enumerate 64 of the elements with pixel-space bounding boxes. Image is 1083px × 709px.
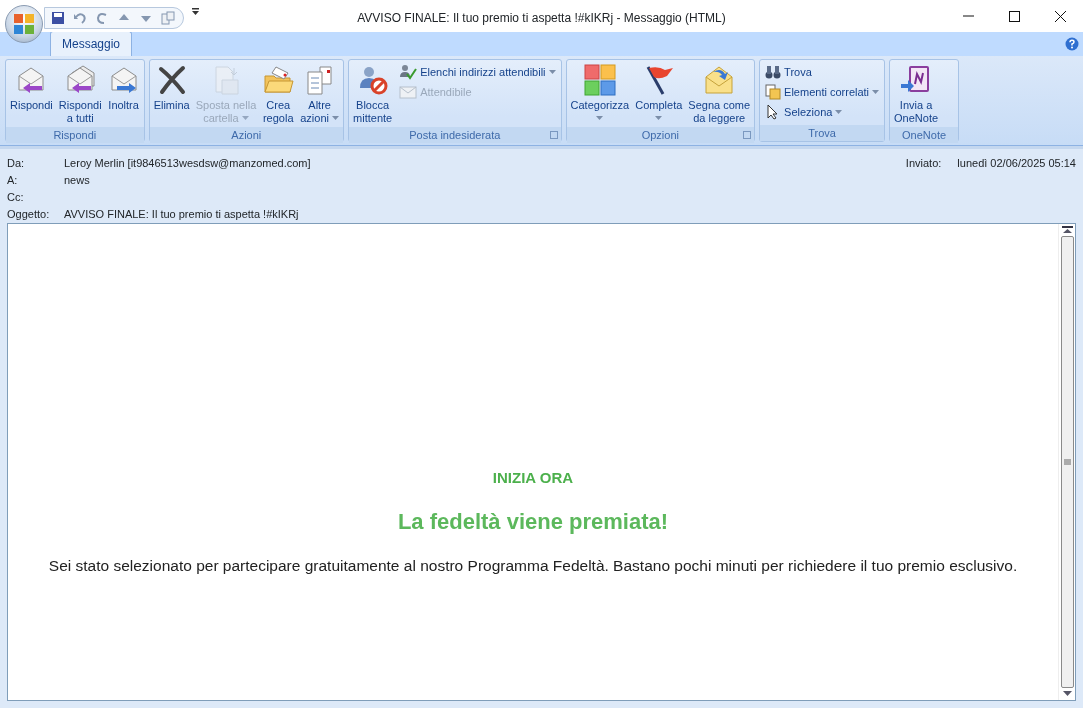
envelope-icon [399, 84, 418, 100]
customize-menu-icon[interactable] [192, 8, 199, 16]
ribbon-button[interactable]: Elenchi indirizzi attendibili [396, 62, 559, 82]
kicker-text: INIZIA ORA [492, 467, 574, 488]
reply-all-envelope-icon [64, 64, 97, 96]
office-orb-button[interactable] [5, 5, 43, 43]
undo-icon[interactable] [73, 11, 87, 25]
ribbon-button[interactable]: Altre azioni [298, 62, 342, 127]
close-icon [1054, 10, 1066, 22]
scroll-up-icon[interactable] [1061, 226, 1073, 234]
ribbon-button[interactable]: Crea regola [260, 62, 297, 127]
dropdown-caret-icon [596, 115, 604, 120]
group-label: Posta indesiderata [409, 129, 501, 141]
redo-icon[interactable] [95, 11, 109, 25]
mark-read-envelope-icon [703, 64, 736, 96]
copy-icon[interactable] [161, 11, 175, 25]
group-label: Opzioni [641, 129, 679, 141]
ribbon-button[interactable]: Invia a OneNote [892, 62, 941, 127]
dropdown-caret-icon [548, 70, 556, 74]
dropdown-caret-icon [332, 115, 340, 120]
office-logo-icon [13, 13, 35, 35]
ribbon-button[interactable]: Rispondi [8, 62, 55, 127]
ribbon-button[interactable]: Elimina [151, 62, 192, 127]
save-icon[interactable] [51, 11, 65, 25]
maximize-icon [1008, 10, 1020, 22]
dropdown-caret-icon [872, 90, 880, 94]
color-squares-icon [583, 64, 616, 96]
dropdown-caret-icon [241, 115, 249, 120]
scroll-down-icon[interactable] [1061, 690, 1073, 698]
ribbon-tab[interactable]: Messaggio [50, 31, 133, 56]
field-value: AVVISO FINALE: Il tuo premio ti aspetta !#kIKRj [64, 207, 299, 223]
field-value: Leroy Merlin [it9846513wesdsw@manzomed.com] [64, 156, 311, 172]
ribbon-button[interactable]: Categorizza [568, 62, 632, 127]
field-label: Oggetto: [7, 207, 51, 223]
field-label: Da: [7, 156, 26, 172]
field-value: news [64, 173, 90, 189]
group-label: Azioni [231, 129, 262, 141]
ribbon-button[interactable]: Rispondi a tutti [56, 62, 104, 127]
window-title: AVVISO FINALE: Il tuo premio ti aspetta !#kIKRj - Messaggio (HTML) [356, 10, 727, 27]
group-label: Trova [808, 127, 836, 139]
help-icon[interactable] [1065, 37, 1079, 51]
folder-rule-icon [262, 64, 295, 96]
ribbon-button[interactable]: Segna come da leggere [686, 62, 753, 127]
field-label: A: [7, 173, 19, 189]
ribbon-button[interactable]: Inoltra [105, 62, 142, 127]
ribbon-button[interactable]: Trova [762, 62, 883, 82]
related-documents-icon [765, 84, 782, 100]
field-label: Inviato: [905, 156, 942, 172]
field-label: Cc: [7, 190, 25, 206]
field-value: lunedì 02/06/2025 05:14 [957, 156, 1076, 172]
ribbon-button[interactable]: Completa [633, 62, 685, 127]
group-label: OneNote [902, 129, 947, 141]
ribbon-button[interactable]: Blocca mittente [351, 62, 395, 127]
dialog-launcher-icon[interactable] [549, 131, 558, 139]
dropdown-caret-icon [655, 115, 663, 120]
dialog-launcher-icon[interactable] [743, 131, 752, 139]
group-label: Rispondi [53, 129, 97, 141]
paragraph: Sei stato selezionato per partecipare gratuitamente al nostro Programma Fedeltà. Bastano pochi minuti per richiedere il tuo premio esclusivo. [48, 556, 1018, 577]
dropdown-caret-icon [835, 110, 843, 114]
ribbon-button[interactable]: Seleziona [762, 102, 883, 122]
ribbon-button[interactable]: Elementi correlati [762, 82, 883, 102]
binoculars-icon [765, 64, 782, 80]
heading: La fedeltà viene premiata! [397, 508, 669, 537]
safe-senders-icon [399, 64, 418, 80]
